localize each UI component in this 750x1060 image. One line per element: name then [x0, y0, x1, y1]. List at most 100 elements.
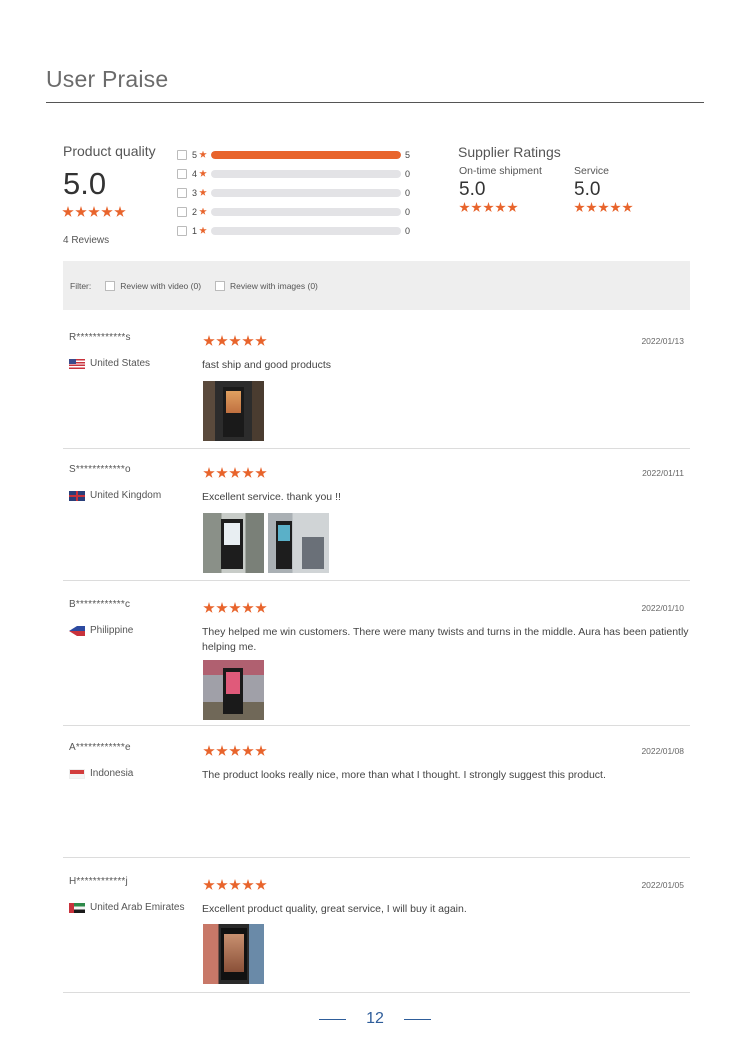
distribution-bar	[211, 207, 401, 216]
review-images	[203, 924, 264, 984]
distribution-row[interactable]: 4 0	[177, 164, 417, 183]
star-icon	[216, 335, 228, 346]
philippines-flag-icon	[69, 625, 85, 636]
star-icon	[255, 335, 267, 346]
star-icon	[199, 226, 207, 234]
indonesia-flag-icon	[69, 768, 85, 779]
reviewer-name: A************e	[69, 742, 131, 753]
distribution-bar	[211, 188, 401, 197]
uae-flag-icon	[69, 902, 85, 913]
star-icon	[495, 202, 506, 213]
star-icon	[88, 206, 100, 217]
distribution-row[interactable]: 2 0	[177, 202, 417, 221]
review-date: 2022/01/13	[641, 336, 684, 346]
review-images	[203, 381, 264, 441]
review-images	[203, 660, 264, 720]
review-date: 2022/01/11	[642, 468, 684, 478]
star-icon	[199, 150, 207, 158]
review-photo[interactable]	[268, 513, 329, 573]
page-title: User Praise	[46, 66, 169, 92]
distribution-checkbox[interactable]	[177, 187, 187, 198]
on-time-stars	[459, 202, 542, 213]
review-photo[interactable]	[203, 924, 264, 984]
service-label: Service	[574, 165, 610, 177]
distribution-level: 2	[192, 206, 198, 217]
filter-images-checkbox[interactable]	[215, 280, 226, 291]
reviewer-name: R************s	[69, 332, 131, 343]
reviewer-country: Indonesia	[69, 768, 133, 779]
country-name: United Kingdom	[90, 490, 162, 501]
star-icon	[586, 202, 597, 213]
distribution-count: 0	[405, 225, 411, 236]
star-icon	[199, 188, 207, 196]
distribution-level: 3	[192, 187, 198, 198]
filter-images-label: Review with images (0)	[230, 280, 318, 291]
star-icon	[203, 467, 215, 478]
footer-rule-left	[319, 1018, 347, 1020]
star-icon	[203, 745, 215, 756]
distribution-row[interactable]: 5 5	[177, 145, 417, 164]
reviewer-country: United Kingdom	[69, 490, 161, 501]
country-name: United States	[90, 358, 151, 369]
reviewer-name: B************c	[69, 599, 131, 610]
star-icon	[610, 202, 621, 213]
star-icon	[229, 745, 241, 756]
service-score: 5.0	[574, 179, 601, 200]
review-stars	[203, 335, 267, 347]
star-icon	[255, 879, 267, 890]
star-icon	[203, 335, 215, 346]
star-icon	[62, 206, 74, 217]
review-photo[interactable]	[203, 381, 264, 441]
filter-video-option[interactable]: Review with video (0)	[105, 280, 202, 291]
star-icon	[216, 467, 228, 478]
distribution-checkbox[interactable]	[177, 225, 187, 236]
review-text: Excellent product quality, great service…	[202, 903, 467, 915]
title-divider	[46, 102, 704, 103]
reviews-count: 4 Reviews	[63, 235, 110, 246]
service-rating: Service 5.0	[574, 165, 633, 213]
distribution-count: 0	[405, 206, 411, 217]
review-stars	[203, 745, 267, 757]
star-icon	[483, 202, 494, 213]
star-icon	[242, 602, 254, 613]
uk-flag-icon	[69, 490, 85, 501]
distribution-checkbox[interactable]	[177, 206, 187, 217]
star-icon	[229, 602, 241, 613]
review-photo[interactable]	[203, 513, 264, 573]
distribution-checkbox[interactable]	[177, 168, 187, 179]
reviewer-country: Philippine	[69, 625, 133, 636]
review-photo[interactable]	[203, 660, 264, 720]
review-text: They helped me win customers. There were…	[202, 626, 689, 653]
reviewer-name: H************j	[69, 876, 128, 887]
page-footer: 12	[0, 1010, 750, 1028]
star-icon	[242, 467, 254, 478]
us-flag-icon	[69, 358, 85, 369]
distribution-row[interactable]: 1 0	[177, 221, 417, 240]
star-icon	[242, 745, 254, 756]
review-item: B************c Philippine 2022/01/10 The…	[63, 589, 690, 726]
star-icon	[203, 879, 215, 890]
distribution-bar-fill	[211, 150, 401, 159]
rating-distribution: 5 5 4 0 3 0 2 0 1 0	[177, 145, 417, 240]
filter-video-label: Review with video (0)	[120, 280, 202, 291]
review-item: R************s United States 2022/01/13 …	[63, 322, 690, 449]
distribution-count: 5	[405, 149, 411, 160]
distribution-level: 1	[192, 225, 198, 236]
distribution-bar	[211, 226, 401, 235]
review-stars	[203, 467, 267, 479]
supplier-ratings-title: Supplier Ratings	[458, 144, 561, 160]
distribution-count: 0	[405, 168, 411, 179]
distribution-checkbox[interactable]	[177, 149, 187, 160]
review-item: A************e Indonesia 2022/01/08 The …	[63, 732, 690, 858]
reviewer-name: S************o	[69, 464, 131, 475]
review-text: fast ship and good products	[202, 359, 332, 371]
star-icon	[598, 202, 609, 213]
reviewer-country: United Arab Emirates	[69, 902, 185, 913]
filter-images-option[interactable]: Review with images (0)	[215, 280, 318, 291]
star-icon	[203, 602, 215, 613]
distribution-row[interactable]: 3 0	[177, 183, 417, 202]
footer-rule-right	[403, 1018, 431, 1020]
filter-bar: Filter: Review with video (0) Review wit…	[63, 261, 690, 310]
filter-video-checkbox[interactable]	[105, 280, 116, 291]
review-stars	[203, 879, 267, 891]
